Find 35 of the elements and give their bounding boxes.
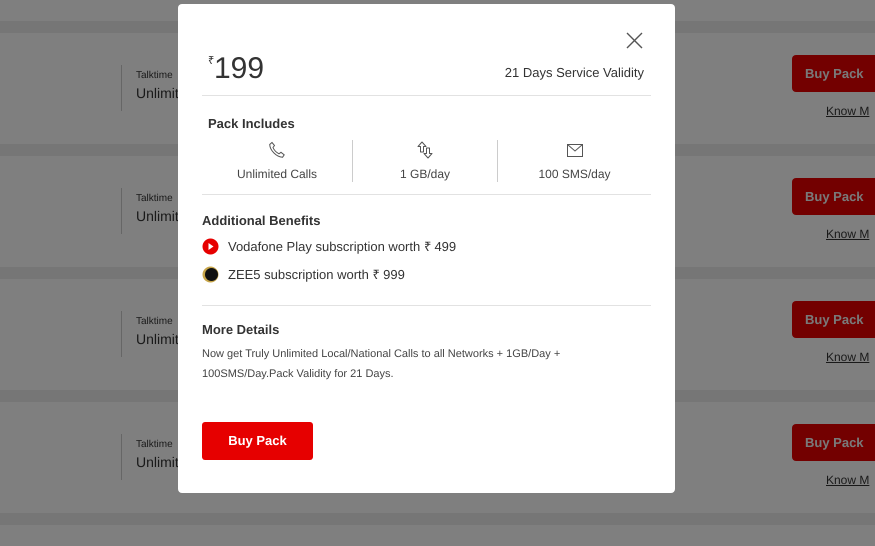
circle-logo-icon xyxy=(202,266,219,283)
section-heading: More Details xyxy=(202,322,280,338)
phone-icon xyxy=(268,141,286,159)
know-more-link[interactable]: Know M xyxy=(826,350,870,364)
talktime-value: Unlimit xyxy=(136,330,179,348)
talktime-label: Talktime xyxy=(136,70,173,82)
benefit-text: ZEE5 subscription worth ₹ 999 xyxy=(228,266,405,283)
talktime-value: Unlimit xyxy=(136,84,179,102)
talktime-value: Unlimit xyxy=(136,207,179,225)
buy-pack-button[interactable]: Buy Pack xyxy=(792,178,875,215)
pack-feature-label: 100 SMS/day xyxy=(538,166,611,182)
section-heading: Additional Benefits xyxy=(202,213,322,229)
pack-feature-label: 1 GB/day xyxy=(400,166,450,182)
envelope-icon xyxy=(566,144,582,156)
talktime-label: Talktime xyxy=(136,193,173,205)
talktime-label: Talktime xyxy=(136,316,173,328)
validity-text: 21 Days Service Validity xyxy=(504,65,644,81)
know-more-link[interactable]: Know M xyxy=(826,104,870,118)
details-text: Now get Truly Unlimited Local/National Calls to all Networks + 1GB/Day + 100SMS/Day.Pack Validity for 21 Days. xyxy=(202,347,562,382)
talktime-value: Unlimit xyxy=(136,453,179,471)
section-heading: Pack Includes xyxy=(208,116,296,132)
buy-pack-button[interactable]: Buy Pack xyxy=(792,424,875,461)
price: 199 xyxy=(214,53,264,85)
up-down-arrows-icon xyxy=(417,141,433,159)
know-more-link[interactable]: Know M xyxy=(826,473,870,487)
buy-pack-button[interactable]: Buy Pack xyxy=(792,301,875,338)
buy-pack-button[interactable]: Buy Pack xyxy=(792,55,875,92)
pack-feature-label: Unlimited Calls xyxy=(236,166,318,182)
buy-pack-button[interactable]: Buy Pack xyxy=(202,422,313,460)
benefit-text: Vodafone Play subscription worth ₹ 499 xyxy=(228,238,456,255)
know-more-link[interactable]: Know M xyxy=(826,227,870,241)
talktime-label: Talktime xyxy=(136,439,173,451)
close-icon[interactable] xyxy=(626,32,643,49)
play-logo-icon xyxy=(202,238,219,255)
currency-symbol: ₹ xyxy=(208,55,214,67)
